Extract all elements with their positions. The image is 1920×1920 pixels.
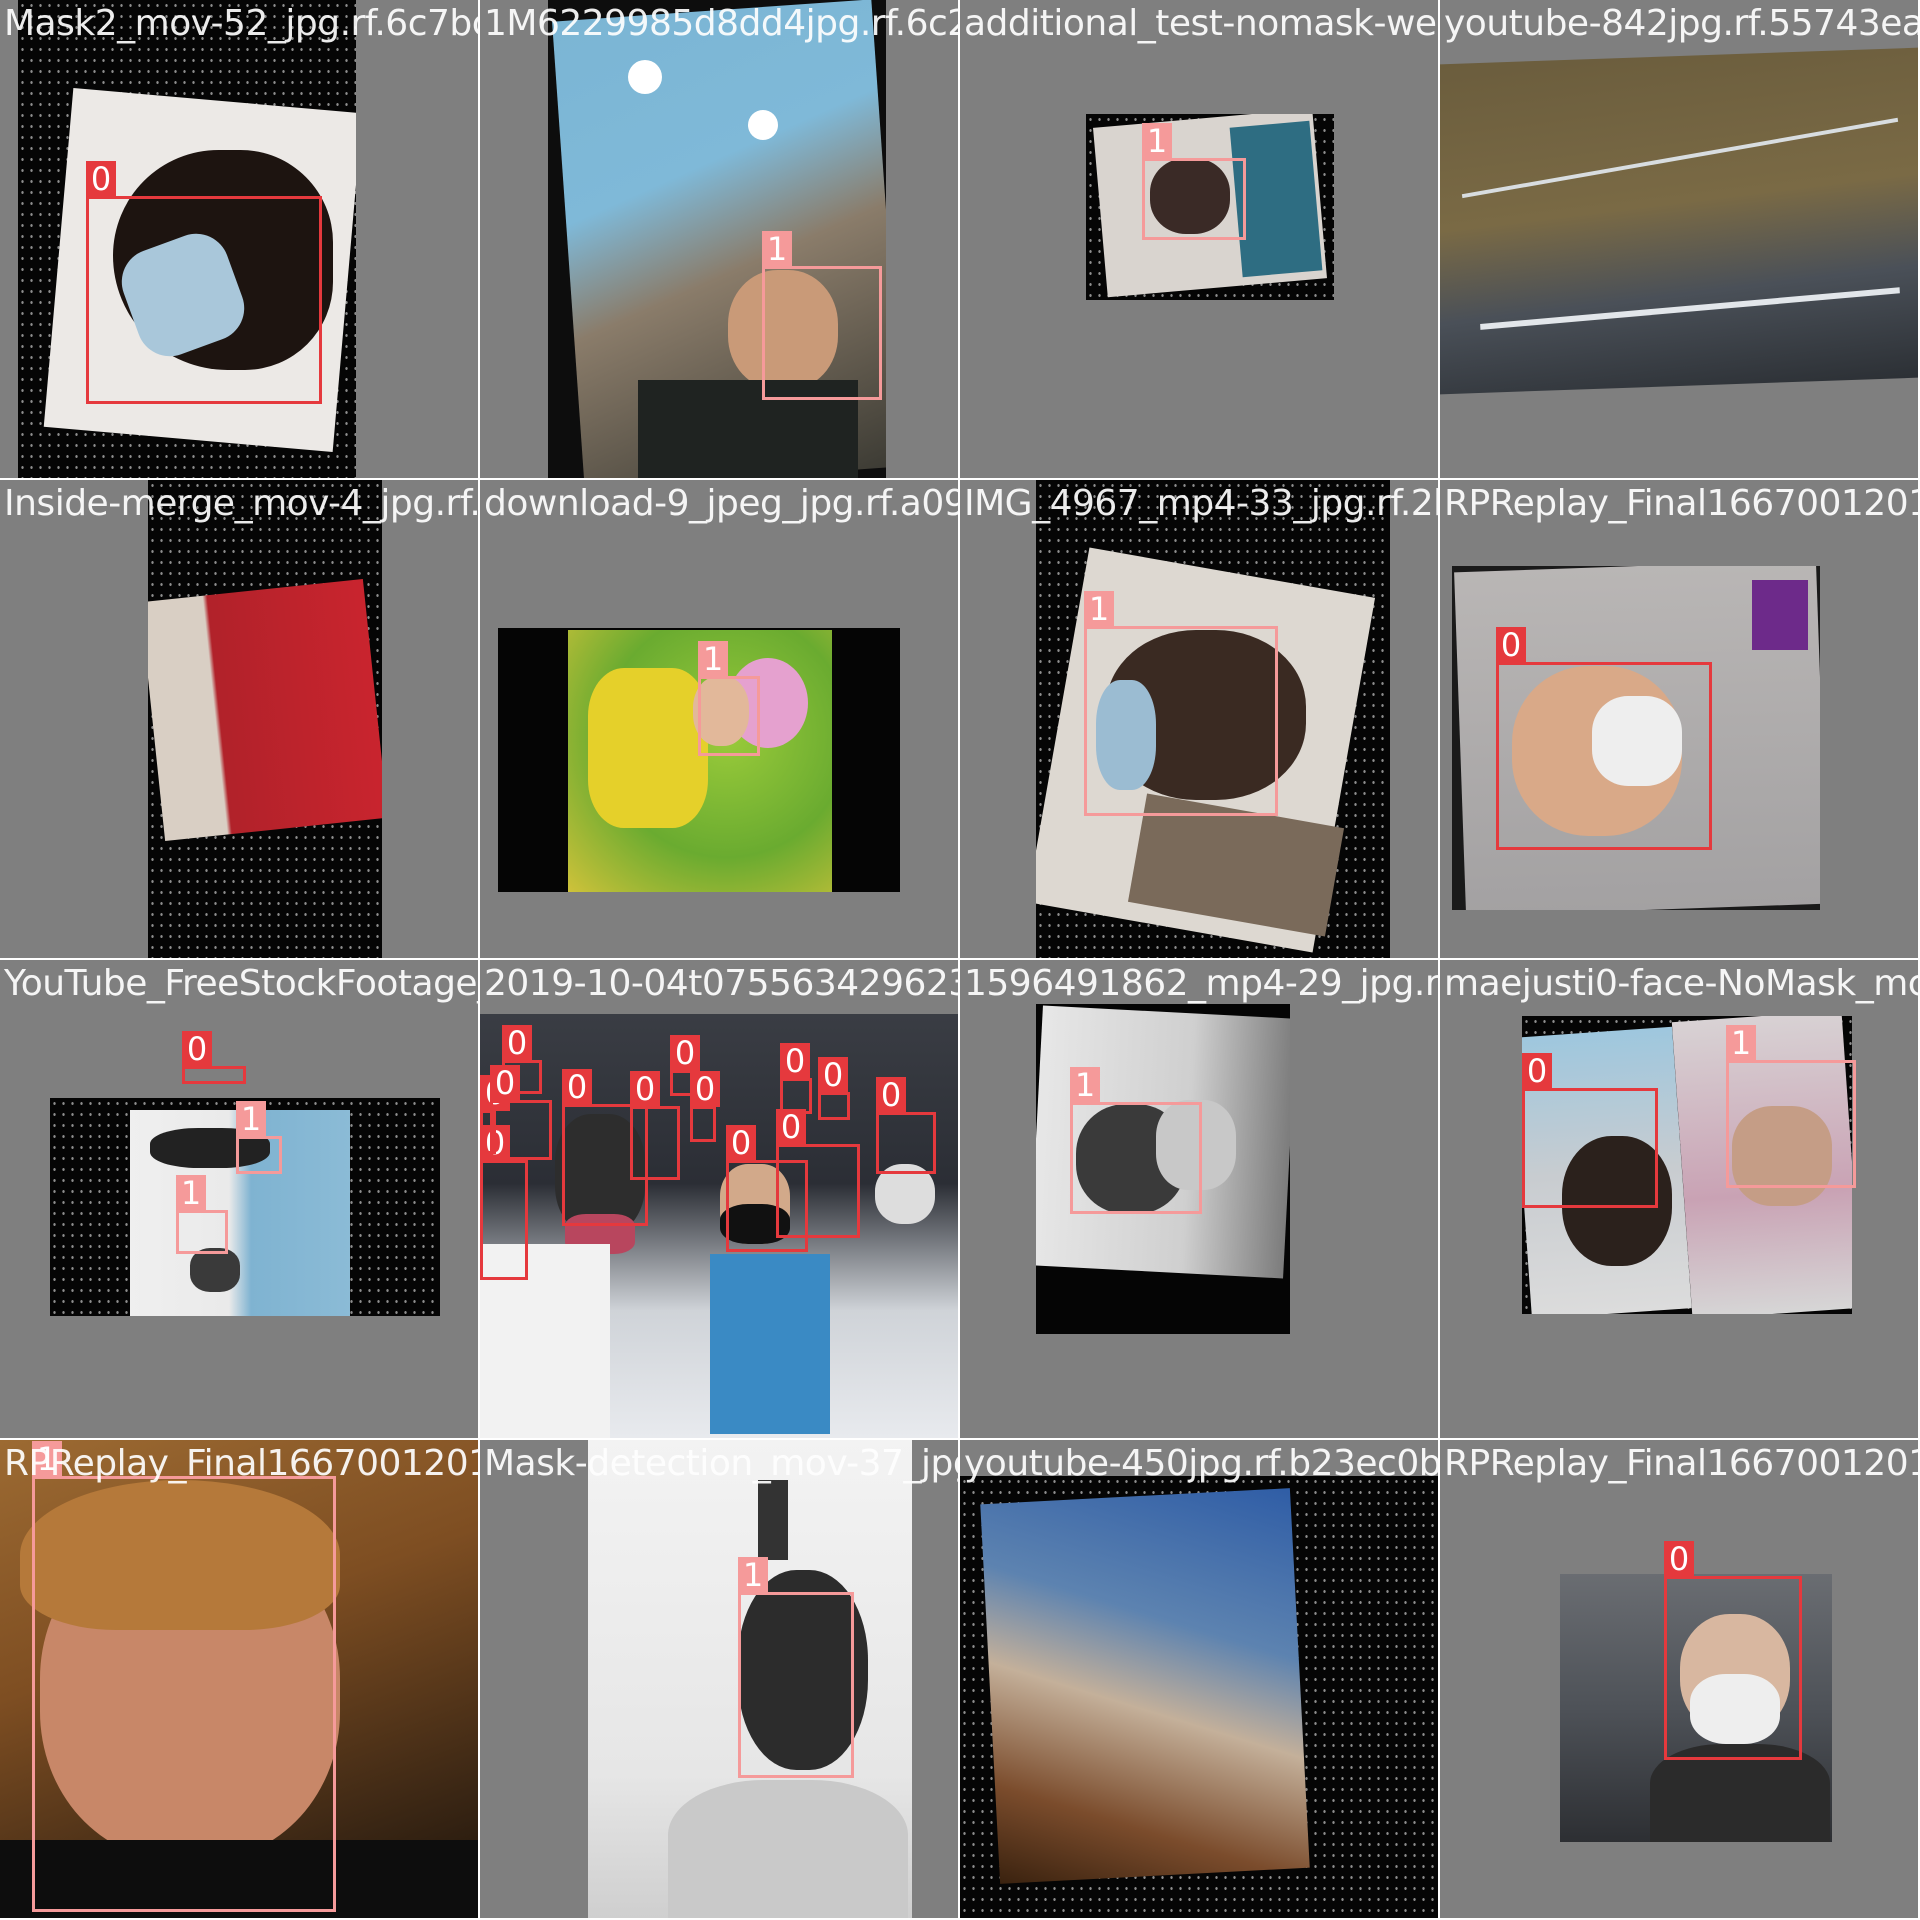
tile-caption: youtube-842jpg.rf.55743ea5 — [1444, 3, 1918, 44]
bbox-label: 0 — [490, 1065, 520, 1101]
bbox-label: 0 — [562, 1069, 592, 1105]
bbox-label: 0 — [630, 1071, 660, 1107]
bbox-label: 0 — [86, 161, 116, 197]
tile-caption: YouTube_FreeStockFootage_P240-people-wea… — [4, 963, 478, 1004]
bbox-label: 0 — [690, 1071, 720, 1107]
tile-15: youtube-450jpg.rf.b23ec0bd3e08f9 — [960, 1440, 1438, 1918]
bbox-class-1: 1 — [762, 231, 882, 400]
tile-8: 0 RPReplay_Final1667001201 — [1440, 480, 1918, 958]
photo — [148, 480, 382, 958]
bbox-label: 0 — [1522, 1053, 1552, 1089]
bbox-label: 1 — [1070, 1067, 1100, 1103]
tile-caption: RPReplay_Final1667001201 — [1444, 1443, 1918, 1484]
bbox-class-0: 0 — [818, 1057, 850, 1120]
tile-caption: 2019-10-04t075563429623364229_jpg.rf.6e — [484, 963, 958, 1004]
bbox-class-1: 1 — [1084, 591, 1278, 816]
tile-caption: Mask2_mov-52_jpg.rf.6c7bc1d42d2d8835ab5c… — [4, 3, 478, 44]
photo — [548, 0, 886, 478]
bbox-class-1: 1 — [698, 641, 760, 756]
tile-caption: 1M6229985d8dd4jpg.rf.6c28c8d0b4e7d3950dd… — [484, 3, 958, 44]
tile-caption: additional_test-nomask-wearing-mp4-2jpg.… — [964, 3, 1438, 44]
bbox-class-0: 0 — [480, 1125, 528, 1280]
photo — [960, 1476, 1438, 1918]
photo — [1440, 47, 1918, 395]
bbox-label: 0 — [776, 1109, 806, 1145]
bbox-label: 0 — [818, 1057, 848, 1093]
tile-2: 1 1M6229985d8dd4jpg.rf.6c28c8d0b4e7d3950… — [480, 0, 958, 478]
bbox-label: 0 — [780, 1043, 810, 1079]
bbox-label: 1 — [1084, 591, 1114, 627]
bbox-class-1: 1 — [32, 1441, 336, 1912]
tile-7: 1 IMG_4967_mp4-33_jpg.rf.2bfdeca7e5a81 — [960, 480, 1438, 958]
bbox-label: 1 — [176, 1175, 206, 1211]
tile-10: 0 0 0 0 0 0 0 0 0 0 0 0 0 2019-10-04t075… — [480, 960, 958, 1438]
bbox-class-0: 0 — [1522, 1053, 1658, 1208]
bbox-label: 0 — [1664, 1541, 1694, 1577]
tile-13: 1 RPReplay_Final1667001201 — [0, 1440, 478, 1918]
tile-5: Inside-merge_mov-4_jpg.rf.2d7546e1b9065e — [0, 480, 478, 958]
bbox-class-1: 1 — [738, 1557, 854, 1778]
tile-11: 1 1596491862_mp4-29_jpg.rf.6e — [960, 960, 1438, 1438]
tile-caption: RPReplay_Final1667001201 — [1444, 483, 1918, 524]
tile-14: 1 Mask-detection_mov-37_jpg.rf.b23ec0bd3 — [480, 1440, 958, 1918]
bbox-class-1: 1 — [1142, 123, 1246, 240]
bbox-class-0: 0 — [630, 1071, 680, 1180]
bbox-class-0: 0 — [182, 1031, 246, 1084]
detection-grid: 0 Mask2_mov-52_jpg.rf.6c7bc1d42d2d8835ab… — [0, 0, 1920, 1920]
tile-3: 1 additional_test-nomask-wearing-mp4-2jp… — [960, 0, 1438, 478]
bbox-label: 1 — [1726, 1025, 1756, 1061]
bbox-label: 0 — [1496, 627, 1526, 663]
tile-caption: IMG_4967_mp4-33_jpg.rf.2bfdeca7e5a81 — [964, 483, 1438, 524]
tile-6: 1 download-9_jpeg_jpg.rf.a09bacd8d67224e… — [480, 480, 958, 958]
tile-caption: maejusti0-face-NoMask_mc — [1444, 963, 1918, 1004]
bbox-label: 0 — [670, 1035, 700, 1071]
bbox-class-1: 1 — [176, 1175, 228, 1254]
bbox-class-1: 1 — [1070, 1067, 1202, 1214]
bbox-label: 0 — [726, 1125, 756, 1161]
bbox-label: 1 — [762, 231, 792, 267]
bbox-label: 0 — [182, 1031, 212, 1067]
tile-4: youtube-842jpg.rf.55743ea5 — [1440, 0, 1918, 478]
tile-1: 0 Mask2_mov-52_jpg.rf.6c7bc1d42d2d8835ab… — [0, 0, 478, 478]
bbox-label: 1 — [698, 641, 728, 677]
tile-caption: youtube-450jpg.rf.b23ec0bd3e08f9 — [964, 1443, 1438, 1484]
tile-caption: download-9_jpeg_jpg.rf.a09bacd8d67224e6 — [484, 483, 958, 524]
tile-12: 0 1 maejusti0-face-NoMask_mc — [1440, 960, 1918, 1438]
bbox-class-0: 0 — [86, 161, 322, 404]
bbox-label: 1 — [738, 1557, 768, 1593]
tile-caption: Inside-merge_mov-4_jpg.rf.2d7546e1b9065e — [4, 483, 478, 524]
tile-9: 0 1 1 YouTube_FreeStockFootage_P240-peop… — [0, 960, 478, 1438]
bbox-class-0: 0 — [1496, 627, 1712, 850]
bbox-class-0: 0 — [780, 1043, 812, 1114]
bbox-class-0: 0 — [490, 1065, 552, 1160]
bbox-class-0: 0 — [726, 1125, 808, 1252]
bbox-label: 1 — [236, 1101, 266, 1137]
bbox-class-0: 0 — [1664, 1541, 1802, 1760]
bbox-class-1: 1 — [236, 1101, 282, 1174]
tile-16: 0 RPReplay_Final1667001201 — [1440, 1440, 1918, 1918]
bbox-label: 0 — [876, 1077, 906, 1113]
bbox-class-1: 1 — [1726, 1025, 1856, 1188]
bbox-class-0: 0 — [876, 1077, 936, 1174]
bbox-class-0: 0 — [690, 1071, 720, 1142]
tile-caption: RPReplay_Final1667001201 — [4, 1443, 478, 1484]
tile-caption: Mask-detection_mov-37_jpg.rf.b23ec0bd3 — [484, 1443, 958, 1484]
bbox-label: 0 — [502, 1025, 532, 1061]
tile-caption: 1596491862_mp4-29_jpg.rf.6e — [964, 963, 1438, 1004]
bbox-label: 1 — [1142, 123, 1172, 159]
